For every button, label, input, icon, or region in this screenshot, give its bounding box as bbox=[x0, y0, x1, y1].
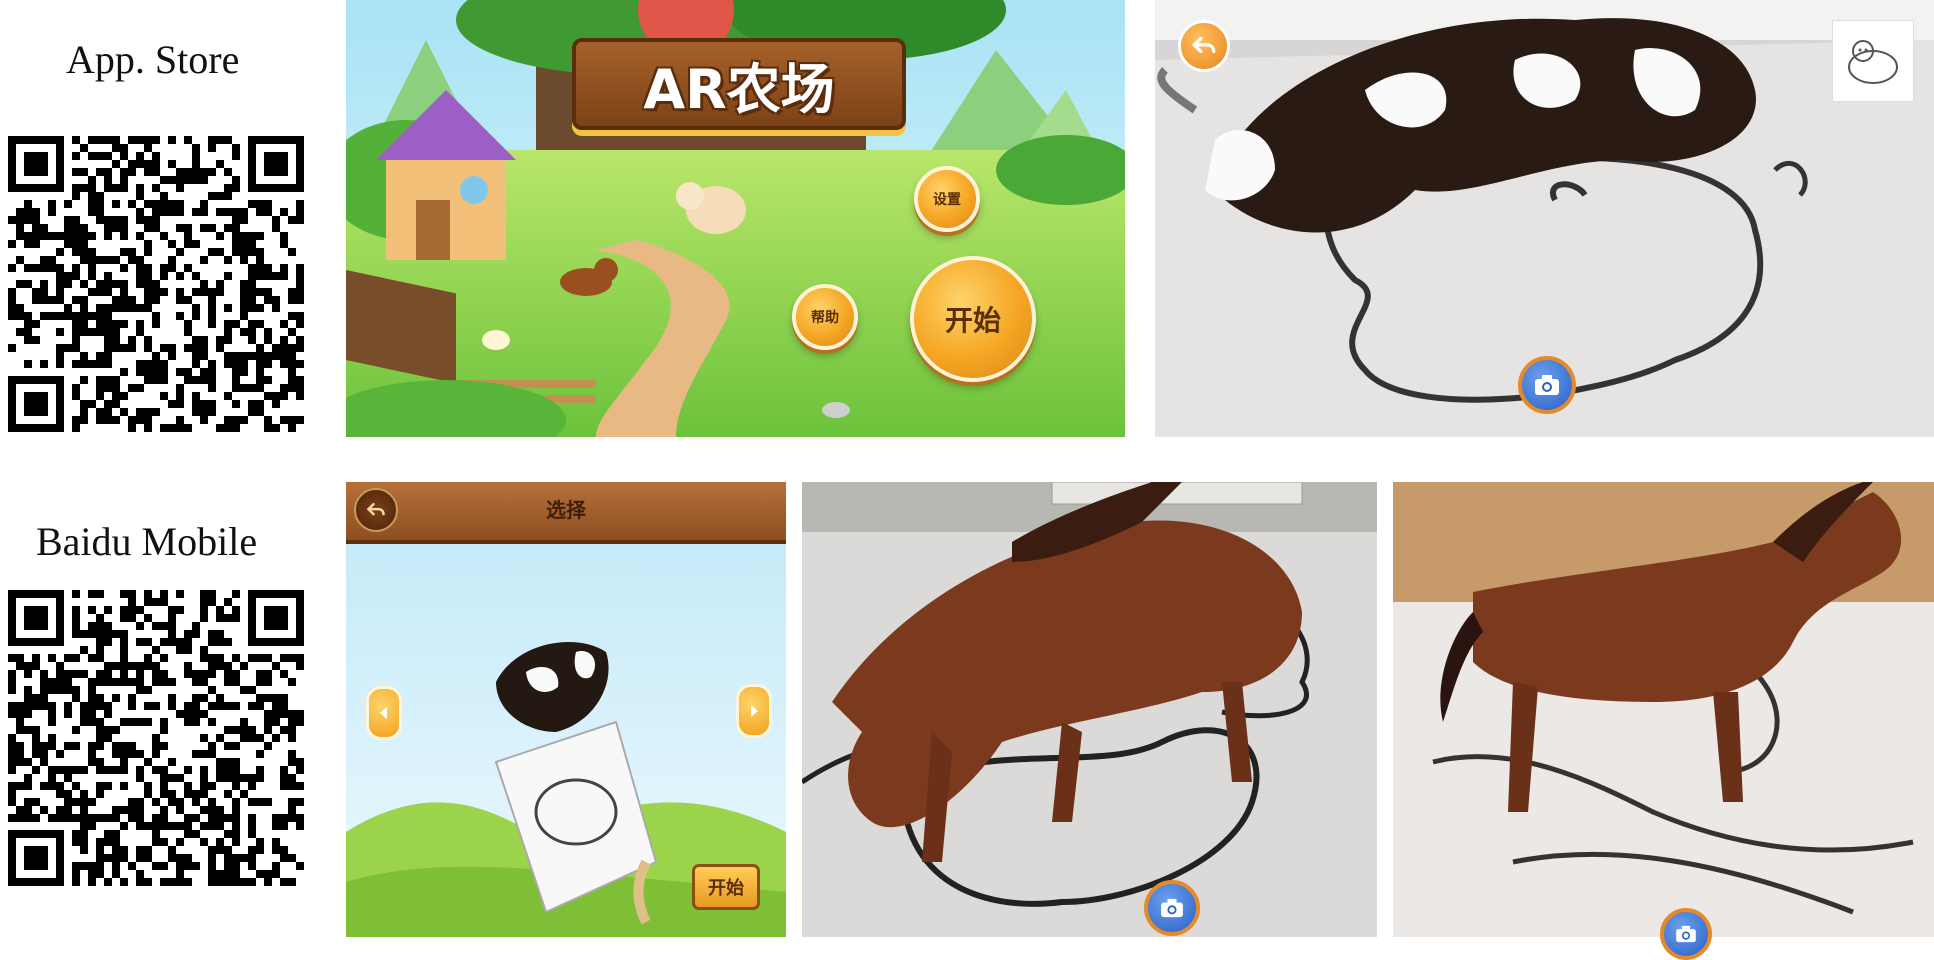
previous-animal-button[interactable] bbox=[366, 686, 402, 740]
back-button[interactable] bbox=[1178, 20, 1230, 72]
horse-camera-button[interactable] bbox=[1144, 880, 1200, 936]
start-button[interactable]: 开始 bbox=[910, 256, 1036, 382]
select-title: 选择 bbox=[546, 498, 586, 522]
camera-icon bbox=[1161, 898, 1183, 918]
camera-icon bbox=[1676, 925, 1696, 943]
ar-horse-full-screenshot bbox=[1393, 482, 1934, 937]
app-store-qr-code bbox=[8, 136, 304, 432]
select-title-bar: 选择 bbox=[346, 482, 786, 544]
left-arrow-icon bbox=[380, 707, 387, 719]
baidu-mobile-qr-code bbox=[8, 590, 304, 886]
ar-farm-title: AR农场 bbox=[572, 38, 906, 130]
baidu-mobile-label: Baidu Mobile bbox=[36, 519, 258, 564]
camera-icon bbox=[1535, 375, 1559, 395]
help-button[interactable]: 帮助 bbox=[792, 284, 858, 350]
cow-mascot-icon bbox=[1832, 20, 1914, 102]
back-arrow-icon bbox=[1191, 36, 1216, 54]
right-arrow-icon bbox=[751, 705, 758, 717]
camera-button[interactable] bbox=[1518, 356, 1576, 414]
app-store-label: App. Store bbox=[66, 37, 240, 82]
settings-button[interactable]: 设置 bbox=[914, 166, 980, 232]
horse-full-camera-button[interactable] bbox=[1660, 908, 1712, 960]
ar-horse-closeup-screenshot bbox=[802, 482, 1377, 937]
next-animal-button[interactable] bbox=[736, 684, 772, 738]
select-start-button[interactable]: 开始 bbox=[692, 864, 760, 910]
